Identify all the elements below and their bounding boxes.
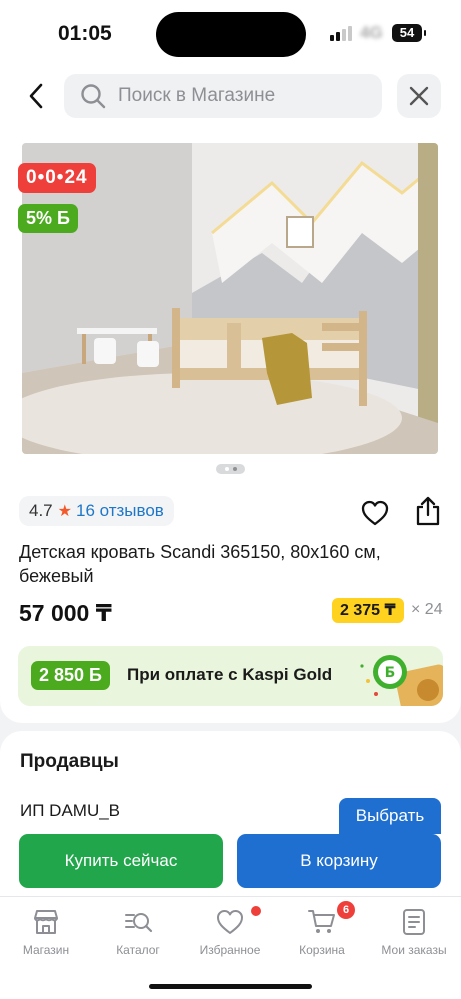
kaspi-gold-text: При оплате с Kaspi Gold: [127, 665, 333, 684]
bonus-badge: 5% Б: [18, 204, 78, 233]
tab-catalog[interactable]: Каталог: [92, 907, 184, 957]
timer-badge: 0•0•24: [18, 163, 96, 193]
share-button[interactable]: [414, 496, 442, 526]
battery-icon: 54: [392, 24, 426, 42]
orders-icon: [403, 909, 425, 935]
product-price: 57 000 ₸: [19, 600, 112, 626]
search-icon: [81, 84, 106, 109]
kaspi-gold-card-icon: Б: [360, 655, 443, 706]
close-button[interactable]: [397, 74, 441, 118]
tab-label: Каталог: [116, 943, 160, 957]
dynamic-island: [156, 12, 306, 57]
tab-orders[interactable]: Мои заказы: [368, 907, 460, 957]
close-icon: [409, 86, 429, 106]
add-to-cart-button[interactable]: В корзину: [237, 834, 441, 888]
tab-label: Магазин: [22, 943, 70, 957]
tab-label: Мои заказы: [381, 943, 447, 957]
product-card: 0•0•24 5% Б 4.7 ★ 16 отзывов Детская кро…: [0, 128, 461, 723]
catalog-icon: [125, 913, 153, 933]
product-title: Детская кровать Scandi 365150, 80x160 см…: [19, 542, 381, 586]
tab-favorites[interactable]: Избранное: [184, 907, 276, 957]
installment-months: × 24: [411, 601, 443, 618]
cart-icon: [308, 910, 335, 933]
svg-text:Б: Б: [385, 665, 396, 681]
rating-chip[interactable]: 4.7 ★ 16 отзывов: [19, 496, 174, 526]
header: Поиск в Магазине: [0, 64, 461, 128]
back-button[interactable]: [22, 80, 50, 112]
favorite-button[interactable]: [361, 500, 389, 526]
chevron-left-icon: [29, 83, 43, 109]
reviews-link[interactable]: 16 отзывов: [76, 501, 164, 521]
status-time: 01:05: [58, 22, 112, 45]
search-input[interactable]: Поиск в Магазине: [64, 74, 382, 118]
heart-icon: [361, 500, 389, 526]
rating-value: 4.7: [29, 501, 53, 520]
buy-now-button[interactable]: Купить сейчас: [19, 834, 223, 888]
network-type: 4G: [360, 23, 383, 42]
installment-badge[interactable]: 2 375 ₸: [332, 598, 404, 623]
cart-count-badge: 6: [337, 901, 355, 919]
favorites-notification-dot: [251, 906, 261, 916]
signal-icon: [330, 26, 352, 41]
heart-icon: [217, 910, 243, 934]
sellers-title: Продавцы: [20, 751, 119, 772]
status-bar: 01:05 4G 54: [0, 0, 461, 64]
kaspi-gold-banner[interactable]: 2 850 Б При оплате с Kaspi Gold Б: [18, 646, 443, 706]
star-icon: ★: [57, 503, 72, 520]
tab-cart[interactable]: Корзина: [276, 907, 368, 957]
home-indicator: [149, 984, 312, 989]
kaspi-gold-bonus: 2 850 Б: [31, 661, 110, 690]
tab-label: Корзина: [299, 943, 345, 957]
tab-shop[interactable]: Магазин: [0, 907, 92, 957]
select-seller-button[interactable]: Выбрать: [339, 798, 441, 834]
tab-label: Избранное: [199, 943, 261, 957]
search-placeholder: Поиск в Магазине: [118, 85, 276, 106]
shop-icon: [34, 910, 58, 934]
image-pagination: [216, 464, 245, 474]
share-icon: [416, 496, 440, 526]
seller-name[interactable]: ИП DAMU_B: [20, 801, 120, 821]
